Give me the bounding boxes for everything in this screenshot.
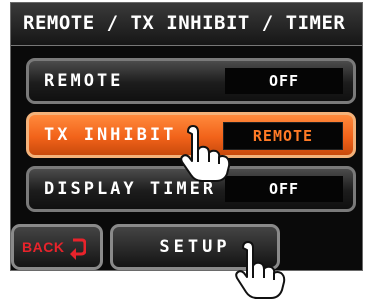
- pointing-hand-icon: [235, 241, 286, 299]
- menu-item-label: REMOTE: [44, 71, 124, 91]
- menu-item-remote[interactable]: REMOTE OFF: [26, 58, 356, 104]
- menu-item-value: REMOTE: [223, 122, 343, 150]
- menu-item-label: DISPLAY TIMER: [44, 179, 217, 199]
- page-title: REMOTE / TX INHIBIT / TIMER: [23, 12, 346, 34]
- back-arrow-icon: [70, 238, 86, 260]
- title-bar: REMOTE / TX INHIBIT / TIMER: [11, 3, 362, 46]
- back-button[interactable]: BACK: [11, 224, 103, 270]
- menu-item-value: OFF: [225, 68, 343, 94]
- menu-item-value: OFF: [225, 176, 343, 202]
- menu-item-label: TX INHIBIT: [44, 125, 177, 145]
- back-button-label: BACK: [22, 239, 65, 255]
- pointing-hand-icon: [180, 125, 231, 182]
